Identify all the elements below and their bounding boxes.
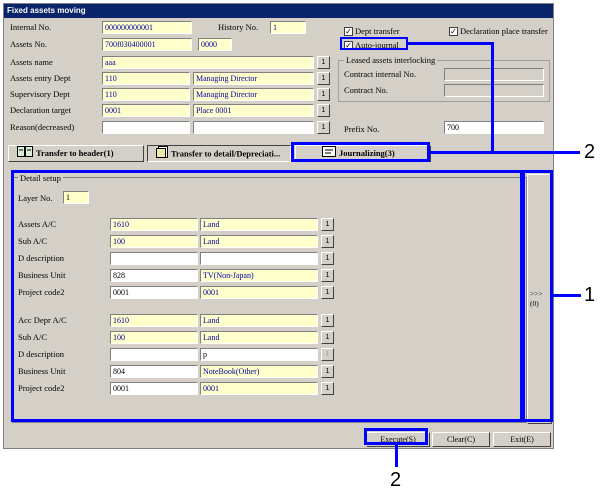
entry-dept-lookup-button[interactable]: 1 <box>317 72 330 85</box>
book-icon <box>17 146 33 162</box>
internal-no-field[interactable]: 000000000001 <box>102 21 192 34</box>
connector-line <box>553 294 581 297</box>
supervisory-dept-code-field[interactable]: 110 <box>102 88 190 101</box>
callout-2-bottom: 2 <box>390 469 402 491</box>
callout-2-top: 2 <box>584 141 596 163</box>
connector-line <box>408 42 494 45</box>
reason-code-field[interactable] <box>102 121 190 134</box>
contract-internal-no-label: Contract internal No. <box>344 69 416 79</box>
assets-no-branch-field[interactable]: 0000 <box>198 38 232 51</box>
callout-1: 1 <box>584 284 596 306</box>
tab-transfer-to-detail[interactable]: Transfer to detail/Depreciati... <box>147 145 291 162</box>
contract-internal-no-field[interactable] <box>444 68 544 81</box>
assets-no-field[interactable]: 700f030400001 <box>102 38 192 51</box>
history-no-field[interactable]: 1 <box>270 21 306 34</box>
supervisory-dept-lookup-button[interactable]: 1 <box>317 88 330 101</box>
declaration-place-transfer-checkbox[interactable]: ✓ <box>449 27 458 36</box>
prefix-no-label: Prefix No. <box>344 124 380 134</box>
assets-no-label: Assets No. <box>10 39 47 49</box>
window-title: Fixed assets moving <box>4 4 553 18</box>
declaration-place-transfer-label: Declaration place transfer <box>460 26 548 36</box>
connector-line <box>491 42 494 154</box>
journalizing-tab-highlight <box>291 142 430 162</box>
entry-dept-name-field[interactable]: Managing Director <box>193 72 314 85</box>
leased-assets-group-title: Leased assets interlocking <box>344 55 438 65</box>
connector-line <box>430 151 580 154</box>
execute-highlight <box>364 428 428 445</box>
internal-no-label: Internal No. <box>10 22 52 32</box>
prefix-no-field[interactable]: 700 <box>444 121 544 134</box>
tab-transfer-to-header[interactable]: Transfer to header(1) <box>8 145 144 162</box>
declaration-target-code-field[interactable]: 0001 <box>102 104 190 117</box>
contract-no-field[interactable] <box>444 84 544 97</box>
assets-name-field[interactable]: aaa <box>102 56 314 69</box>
connector-line <box>395 445 398 467</box>
declaration-target-name-field[interactable]: Place 0001 <box>193 104 314 117</box>
declaration-target-lookup-button[interactable]: 1 <box>317 104 330 117</box>
assets-name-lookup-button[interactable]: 1 <box>317 56 330 69</box>
supervisory-dept-name-field[interactable]: Managing Director <box>193 88 314 101</box>
entry-dept-code-field[interactable]: 110 <box>102 72 190 85</box>
tab-transfer-to-header-label: Transfer to header(1) <box>36 148 114 158</box>
side-nav-highlight <box>522 170 553 422</box>
dept-transfer-checkbox[interactable]: ✓ <box>344 27 353 36</box>
clear-button[interactable]: Clear(C) <box>432 432 490 447</box>
assets-name-label: Assets name <box>10 57 53 67</box>
detail-area-highlight <box>11 170 523 422</box>
dept-transfer-label: Dept transfer <box>355 26 400 36</box>
contract-no-label: Contract No. <box>344 85 388 95</box>
history-no-label: History No. <box>218 22 259 32</box>
reason-lookup-button[interactable]: 1 <box>317 121 330 134</box>
tab-transfer-to-detail-label: Transfer to detail/Depreciati... <box>171 148 281 159</box>
reason-name-field[interactable] <box>193 121 314 134</box>
exit-button[interactable]: Exit(E) <box>493 432 551 447</box>
auto-journal-highlight <box>340 37 408 50</box>
supervisory-dept-label: Supervisory Dept <box>10 89 70 99</box>
entry-dept-label: Assets entry Dept <box>10 73 71 83</box>
document-icon <box>156 146 168 163</box>
declaration-target-label: Declaration target <box>10 105 71 115</box>
reason-label: Reason(decreased) <box>10 122 75 132</box>
